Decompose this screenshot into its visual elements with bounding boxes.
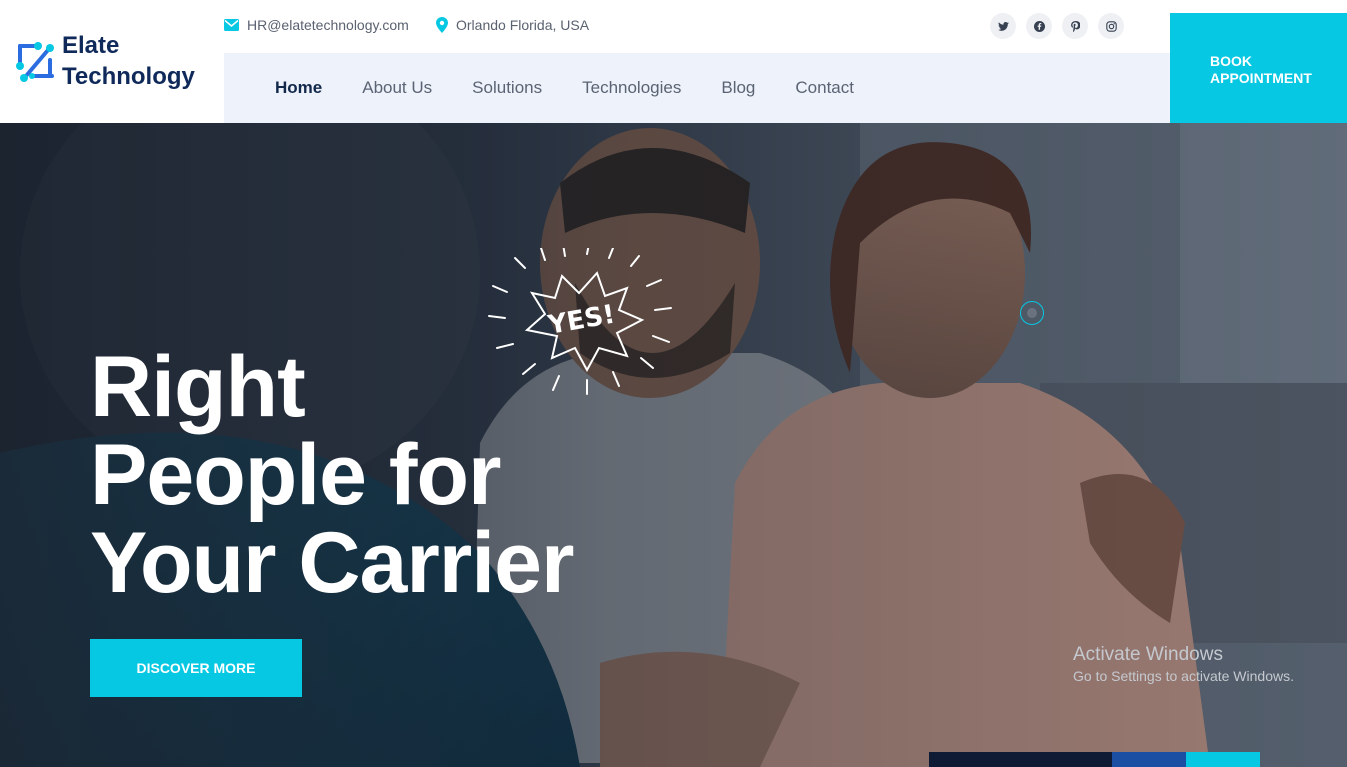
discover-more-button[interactable]: DISCOVER MORE [90, 639, 302, 697]
nav-item-technologies[interactable]: Technologies [582, 78, 681, 98]
yes-sticker-text: YES! [545, 300, 617, 341]
hero-title-line-2: People for [90, 427, 502, 523]
circuit-logo-icon [16, 42, 54, 82]
hero-banner: YES! Right People for Your Carrier DISCO… [0, 123, 1347, 767]
activate-windows-subtitle: Go to Settings to activate Windows. [1073, 668, 1294, 684]
activate-windows-title: Activate Windows [1073, 644, 1223, 665]
book-label-line-1: BOOK [1210, 53, 1252, 69]
pinterest-icon[interactable] [1062, 13, 1088, 39]
book-label-line-2: APPOINTMENT [1210, 70, 1312, 86]
twitter-icon[interactable] [990, 13, 1016, 39]
brand-line-1: Elate [62, 32, 120, 59]
site-header: Elate Technology HR@elatetechnology.com … [0, 0, 1347, 123]
hero-title: Right People for Your Carrier [90, 339, 574, 611]
location-text: Orlando Florida, USA [456, 17, 590, 33]
brand-line-2: Technology [62, 63, 195, 90]
brand-logo[interactable]: Elate Technology [12, 30, 195, 92]
instagram-icon[interactable] [1098, 13, 1124, 39]
nav-menu: Home About Us Solutions Technologies Blo… [275, 53, 854, 123]
top-contact-bar: HR@elatetechnology.com Orlando Florida, … [224, 0, 1170, 53]
slider-strip-cyan [1186, 752, 1260, 767]
activate-windows-watermark: Activate Windows Go to Settings to activ… [1073, 643, 1294, 685]
book-appointment-button[interactable]: BOOK APPOINTMENT [1170, 13, 1347, 123]
envelope-icon [224, 19, 239, 31]
nav-item-contact[interactable]: Contact [795, 78, 854, 98]
slider-strip-blue [1112, 752, 1186, 767]
location-contact: Orlando Florida, USA [436, 17, 589, 33]
email-contact[interactable]: HR@elatetechnology.com [224, 17, 409, 33]
nav-item-blog[interactable]: Blog [721, 78, 755, 98]
social-links [990, 13, 1124, 39]
facebook-icon[interactable] [1026, 13, 1052, 39]
nav-item-about-us[interactable]: About Us [362, 78, 432, 98]
hero-title-line-3: Your Carrier [90, 515, 574, 611]
email-text[interactable]: HR@elatetechnology.com [247, 17, 409, 33]
nav-item-solutions[interactable]: Solutions [472, 78, 542, 98]
nav-item-home[interactable]: Home [275, 78, 322, 98]
hero-title-line-1: Right [90, 339, 306, 435]
main-navigation: Home About Us Solutions Technologies Blo… [224, 53, 1170, 123]
brand-name: Elate Technology [62, 30, 195, 92]
slider-strip-dark [929, 752, 1112, 767]
map-pin-icon [436, 17, 448, 33]
hotspot-dot[interactable] [1020, 301, 1044, 325]
